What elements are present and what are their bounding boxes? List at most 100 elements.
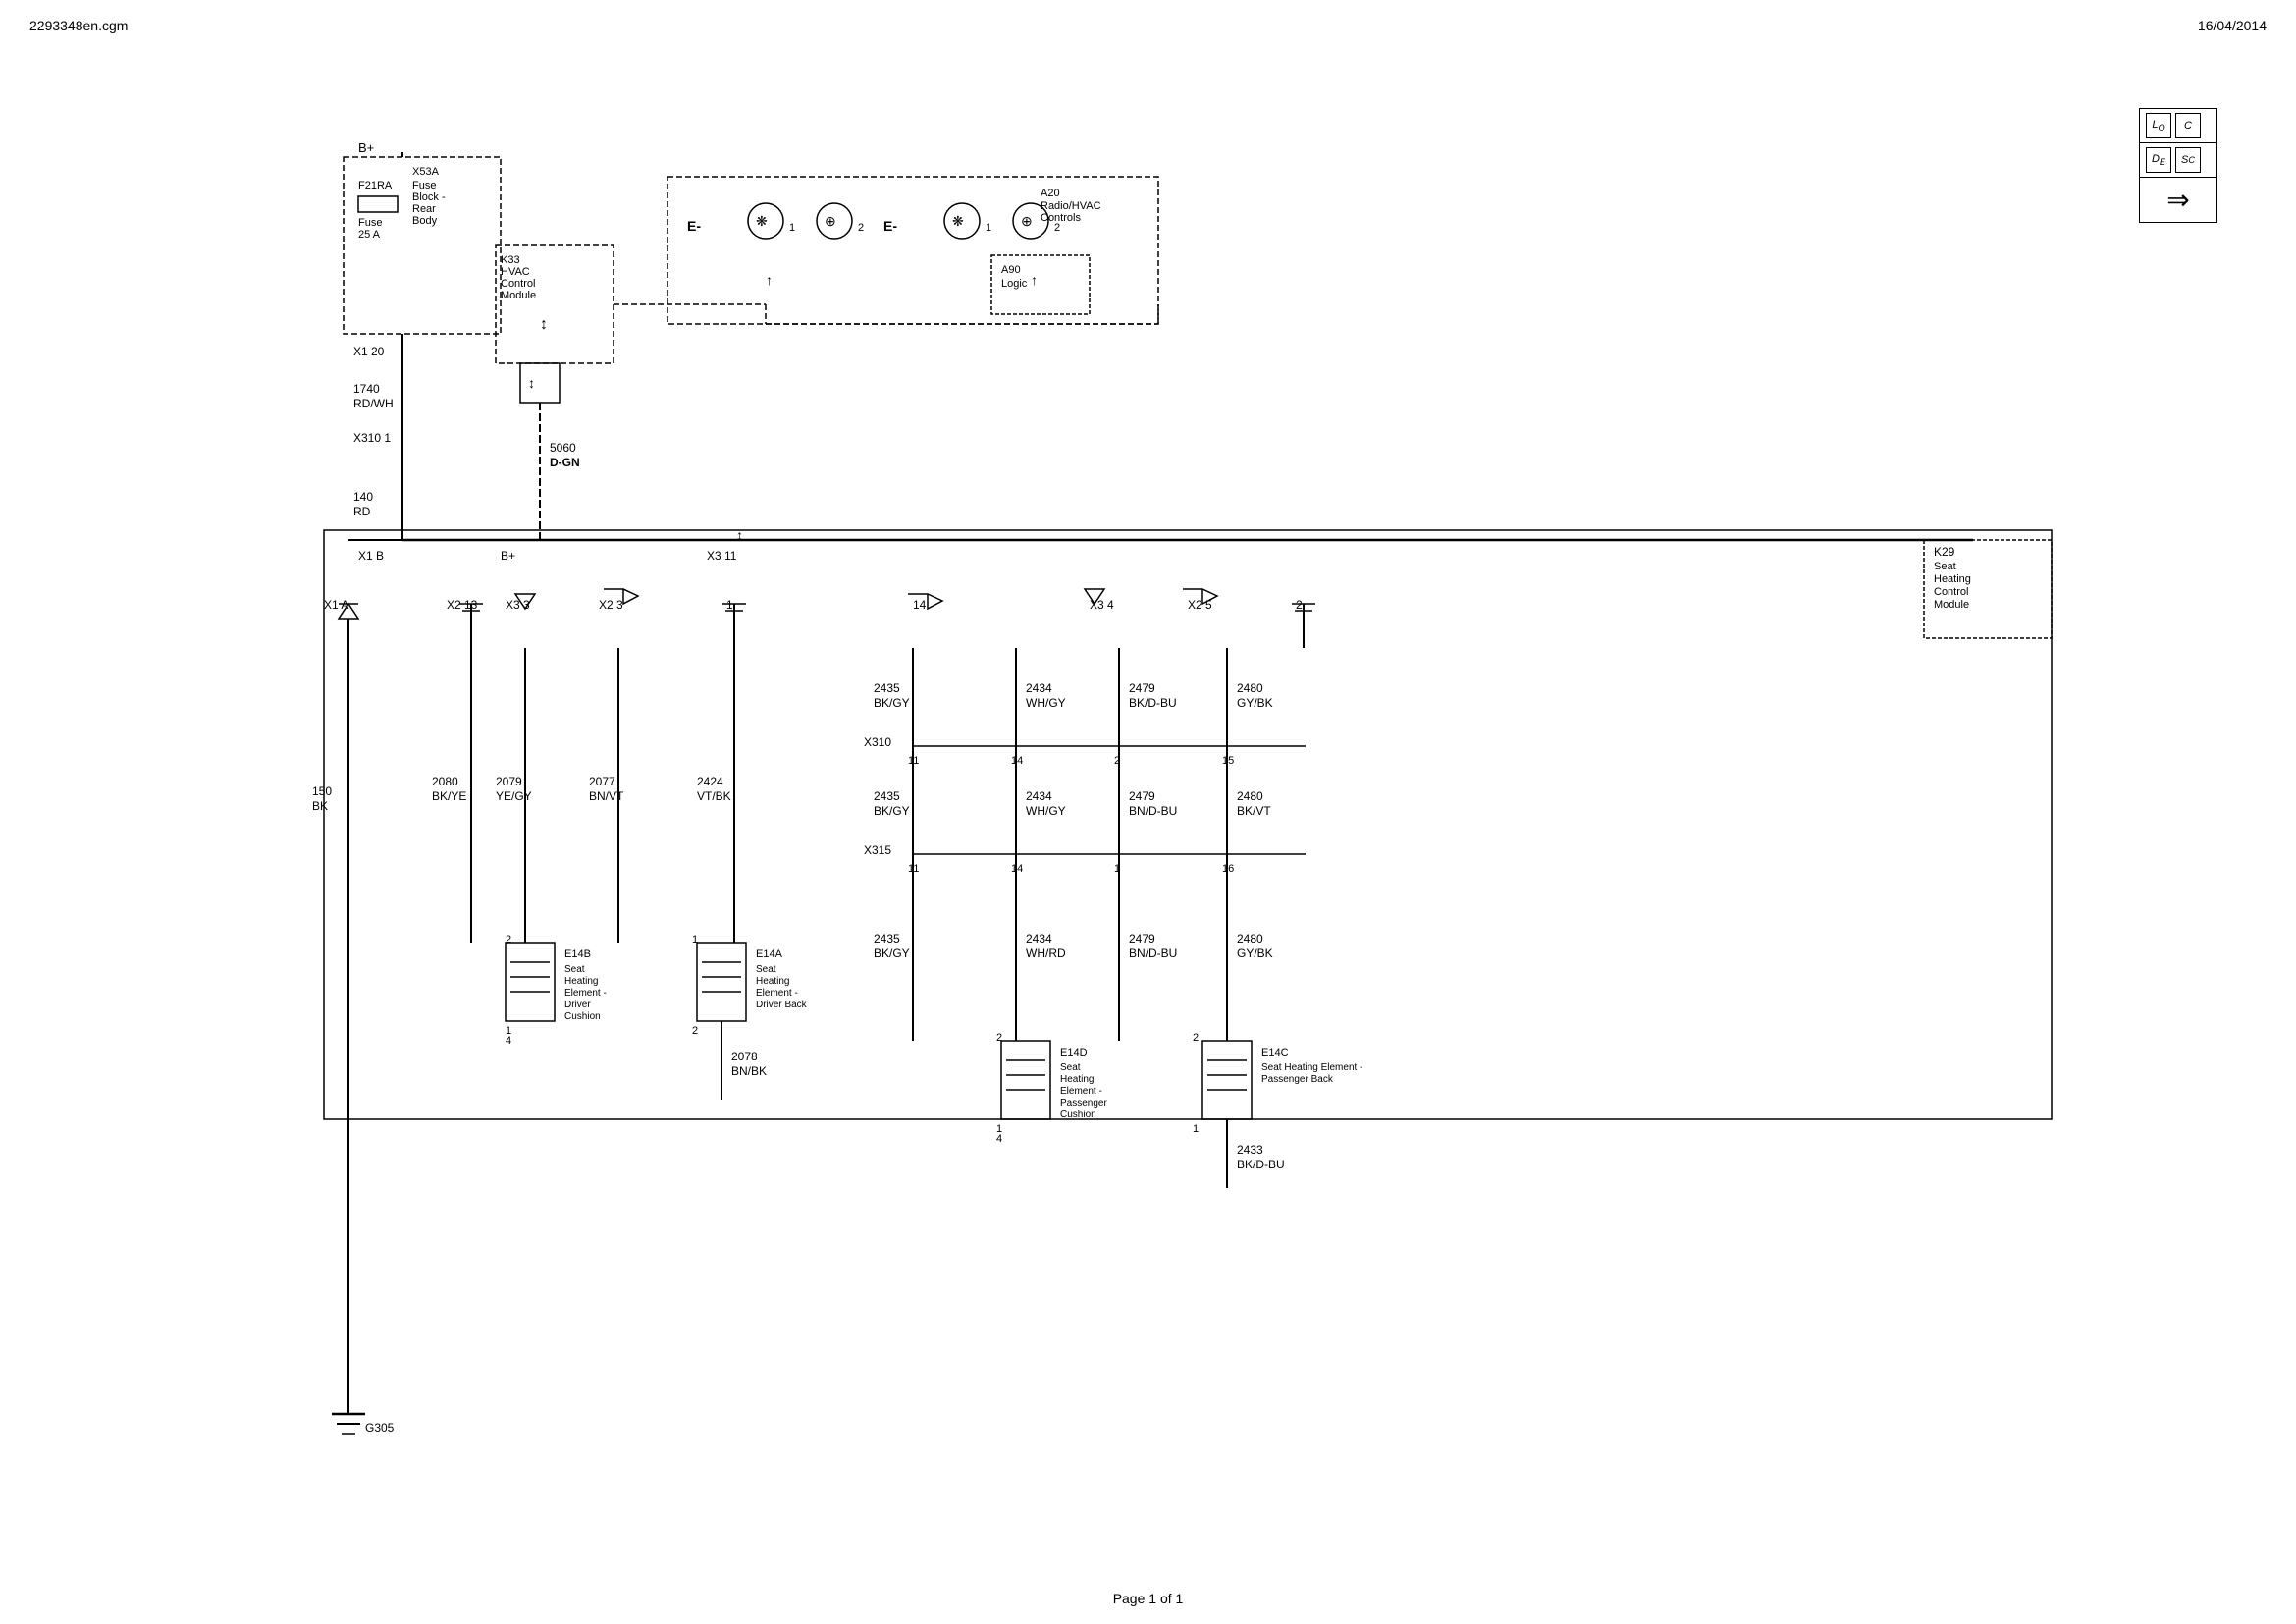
blower-icon-1: ❋ xyxy=(756,213,768,229)
k33-connector xyxy=(520,363,560,403)
e14b-desc2: Heating xyxy=(564,976,598,987)
wire-2079-color: YE/GY xyxy=(496,789,532,803)
f21ra-label: F21RA xyxy=(358,180,393,191)
k33-hvac-label: HVAC xyxy=(501,266,530,278)
wire-2480-3-label: 2480 xyxy=(1237,932,1263,946)
wire-2480-3-color: GY/BK xyxy=(1237,947,1273,960)
wire-2435-3-color: BK/GY xyxy=(874,947,910,960)
e14d-desc2: Heating xyxy=(1060,1074,1094,1085)
legend-sc-square: SC xyxy=(2175,147,2201,173)
wire-2434-3-label: 2434 xyxy=(1026,932,1052,946)
e14a-desc3: Element - xyxy=(756,988,798,999)
e14a-desc1: Seat xyxy=(756,964,776,975)
x3-11-label: X3 11 xyxy=(707,549,737,563)
wire-2080-label: 2080 xyxy=(432,775,458,788)
wire-2480-1-color: GY/BK xyxy=(1237,696,1273,710)
e14a-terminal-1: 1 xyxy=(692,934,698,946)
e14a-desc4: Driver Back xyxy=(756,1000,808,1010)
main-diagram-rect xyxy=(324,530,2052,1119)
x310-15-label: 15 xyxy=(1222,755,1234,767)
e14c-terminal-1: 1 xyxy=(1193,1123,1199,1135)
conn-14-label: 14 xyxy=(913,598,927,612)
x315-16-label: 16 xyxy=(1222,863,1234,875)
conn-1-label: 1 xyxy=(726,598,733,612)
wire-2479-3-color: BN/D-BU xyxy=(1129,947,1177,960)
e14b-terminal-4: 4 xyxy=(506,1035,511,1047)
k33-control-label: Control xyxy=(501,278,535,290)
fuse-symbol xyxy=(358,196,398,212)
k33-connector-arrows: ↕ xyxy=(528,375,535,391)
fuse-block-label2: Block - xyxy=(412,191,446,203)
a20-radio-label: Radio/HVAC xyxy=(1041,200,1101,212)
e14c-desc2: Passenger Back xyxy=(1261,1074,1334,1085)
e14a-terminal-2: 2 xyxy=(692,1025,698,1037)
wire-140-label: 140 xyxy=(353,490,373,504)
wire-1740-color: RD/WH xyxy=(353,397,394,410)
a20-label: A20 xyxy=(1041,188,1060,199)
wire-2434-2-color: WH/GY xyxy=(1026,804,1066,818)
x1-b-label: X1 B xyxy=(358,549,384,563)
wire-5060-label: 5060 xyxy=(550,441,576,455)
a90-logic-label: Logic xyxy=(1001,278,1028,290)
wire-2079-label: 2079 xyxy=(496,775,522,788)
knob-icon-2: ⊕ xyxy=(1021,213,1033,229)
e-symbol-2: E- xyxy=(883,218,897,234)
wire-2479-1-color: BK/D-BU xyxy=(1129,696,1177,710)
fuse-block-label4: Body xyxy=(412,215,438,227)
x2-13-label: X2 13 xyxy=(447,598,478,612)
blower-icon-2: ❋ xyxy=(952,213,964,229)
wire-2435-1-color: BK/GY xyxy=(874,696,910,710)
wire-2433-color: BK/D-BU xyxy=(1237,1158,1285,1171)
wire-1740-label: 1740 xyxy=(353,382,380,396)
wire-2424-color: VT/BK xyxy=(697,789,731,803)
b-plus-bus-label: B+ xyxy=(501,549,515,563)
wire-2479-1-label: 2479 xyxy=(1129,681,1155,695)
e14c-symbol xyxy=(1202,1041,1252,1119)
x2-3-label: X2 3 xyxy=(599,598,623,612)
x310-1-label: X310 1 xyxy=(353,431,391,445)
wire-2433-label: 2433 xyxy=(1237,1143,1263,1157)
k33-label: K33 xyxy=(501,254,520,266)
wire-2077-color: BN/VT xyxy=(589,789,624,803)
legend-arrow-icon: ⇒ xyxy=(2166,184,2189,216)
wire-2078-color: BN/BK xyxy=(731,1064,767,1078)
fuse-block-label1: Fuse xyxy=(412,180,436,191)
x53a-label: X53A xyxy=(412,166,440,178)
x3-3-label: X3 3 xyxy=(506,598,530,612)
a20-arrow-1: ↑ xyxy=(766,272,773,288)
wiring-diagram: B+ X53A Fuse Block - Rear Body F21RA Fus… xyxy=(59,59,2218,1581)
wire-2078-label: 2078 xyxy=(731,1050,758,1063)
k29-desc2: Heating xyxy=(1934,573,1971,585)
wire-2479-2-color: BN/D-BU xyxy=(1129,804,1177,818)
x3-4-label: X3 4 xyxy=(1090,598,1114,612)
wire-2424-label: 2424 xyxy=(697,775,723,788)
e14b-terminal-2: 2 xyxy=(506,934,511,946)
e14d-desc1: Seat xyxy=(1060,1062,1081,1073)
header-right: 16/04/2014 xyxy=(2198,18,2267,33)
e-symbol-1: E- xyxy=(687,218,701,234)
k33-arrows: ↕ xyxy=(540,316,548,333)
x1-20-label: X1 20 xyxy=(353,345,385,358)
wire-5060-color: D-GN xyxy=(550,456,580,469)
e14b-desc5: Cushion xyxy=(564,1011,601,1022)
k29-label: K29 xyxy=(1934,545,1955,559)
e14b-desc3: Element - xyxy=(564,988,607,999)
x315-14-label: 14 xyxy=(1011,863,1023,875)
g305-label: G305 xyxy=(365,1421,395,1435)
e14d-terminal-4: 4 xyxy=(996,1133,1002,1145)
wire-2435-2-color: BK/GY xyxy=(874,804,910,818)
e14a-desc2: Heating xyxy=(756,976,789,987)
wire-2479-2-label: 2479 xyxy=(1129,789,1155,803)
wire-2080-color: BK/YE xyxy=(432,789,466,803)
wire-2077-label: 2077 xyxy=(589,775,615,788)
wire-150-label: 150 xyxy=(312,785,332,798)
wire-2434-1-label: 2434 xyxy=(1026,681,1052,695)
a20-arrow-2: ↑ xyxy=(1031,272,1038,288)
legend-item-loc: LO C xyxy=(2140,109,2216,143)
knob-2-num: 2 xyxy=(1054,222,1060,234)
legend-loc-square: LO xyxy=(2146,113,2171,138)
wire-2434-3-color: WH/RD xyxy=(1026,947,1066,960)
e14c-terminal-2: 2 xyxy=(1193,1032,1199,1044)
e14b-label: E14B xyxy=(564,948,591,960)
wire-2480-1-label: 2480 xyxy=(1237,681,1263,695)
